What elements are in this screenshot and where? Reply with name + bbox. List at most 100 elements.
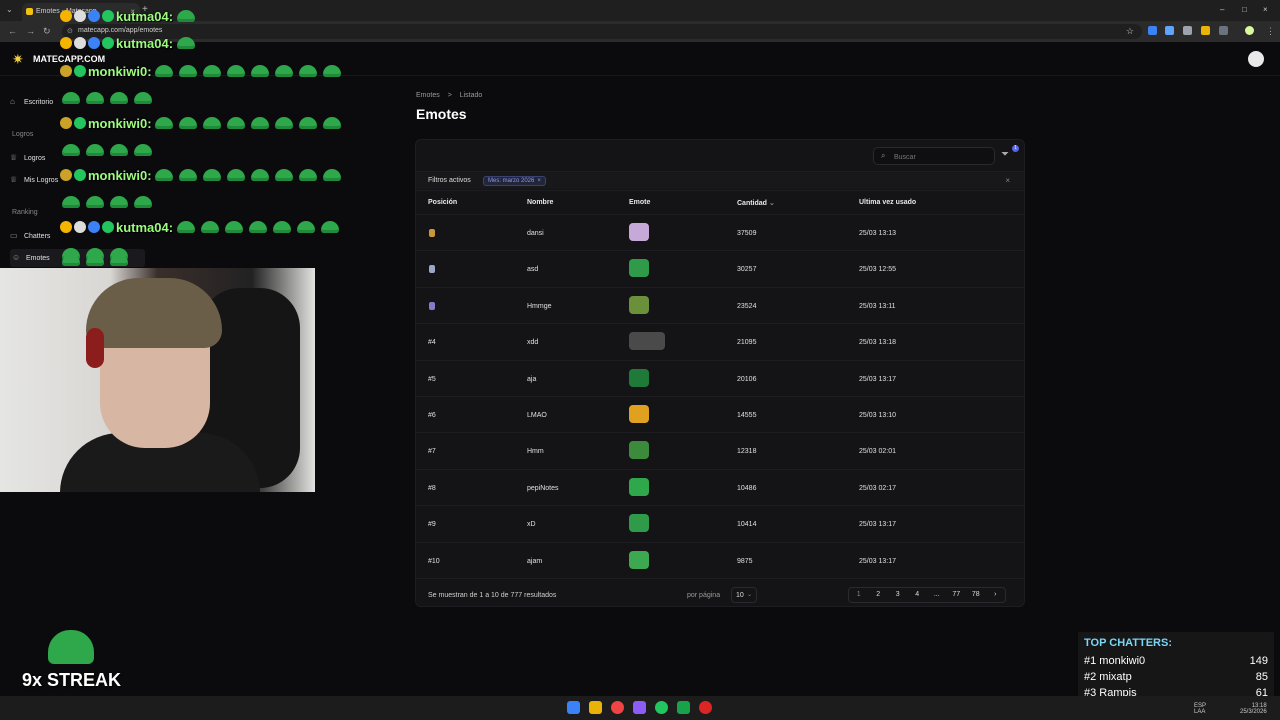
last-used-cell: 25/03 13:11 — [859, 302, 896, 310]
chat-badge-icon — [88, 221, 100, 233]
emote-image-icon — [629, 550, 649, 569]
frog-emote-icon — [48, 630, 94, 664]
table-row[interactable]: dansi 37509 25/03 13:13 — [416, 214, 1024, 250]
file-explorer-icon[interactable] — [589, 701, 602, 714]
minimize-button[interactable]: – — [1220, 5, 1224, 14]
app-icon[interactable] — [699, 701, 712, 714]
column-header-posicion[interactable]: Posición — [428, 199, 457, 206]
tab-search-icon[interactable]: ⌄ — [6, 5, 13, 14]
gold-medal-icon — [429, 229, 435, 237]
table-row[interactable]: #10 ajam 9875 25/03 13:17 — [416, 541, 1024, 578]
frog-emote-icon — [86, 196, 104, 208]
table-row[interactable]: #4 xdd 21095 25/03 13:18 — [416, 323, 1024, 359]
emote-image-icon — [629, 477, 649, 496]
filter-icon[interactable]: ⏷ — [1001, 149, 1009, 160]
position-cell: #8 — [428, 484, 436, 492]
page-button[interactable]: 1 — [849, 588, 869, 602]
filter-chip-remove-icon[interactable]: × — [537, 178, 541, 184]
table-row[interactable]: Hmmge 23524 25/03 13:11 — [416, 286, 1024, 323]
emote-image-icon — [629, 332, 665, 351]
sidebar-item-label: Chatters — [23, 233, 51, 240]
windows-start-icon[interactable] — [567, 701, 580, 714]
browser-menu-icon[interactable]: ⋮ — [1266, 26, 1275, 37]
breadcrumb-emotes[interactable]: Emotes — [416, 92, 440, 99]
page-button[interactable]: 78 — [966, 588, 986, 602]
extension-icon[interactable] — [1183, 26, 1192, 35]
logo-star-icon: ✷ — [12, 51, 24, 67]
table-row[interactable]: #5 aja 20106 25/03 13:17 — [416, 359, 1024, 396]
frog-emote-icon — [227, 169, 246, 181]
last-used-cell: 25/03 13:17 — [859, 521, 896, 529]
chat-message: kutma04: — [60, 36, 201, 56]
smile-icon: ☺ — [12, 253, 21, 262]
frog-emote-icon — [251, 169, 270, 181]
page-button[interactable]: 4 — [908, 588, 928, 602]
extension-icon[interactable] — [1165, 26, 1174, 35]
table-row[interactable]: #7 Hmm 12318 25/03 02:01 — [416, 432, 1024, 468]
extension-icon[interactable] — [1201, 26, 1210, 35]
app-icon[interactable] — [633, 701, 646, 714]
name-cell: asd — [527, 266, 539, 274]
url-field[interactable]: ⊙ matecapp.com/app/emotes ☆ — [62, 24, 1142, 39]
filter-chip[interactable]: Mes: marzo 2026 × — [483, 176, 546, 186]
search-icon: ⌕ — [881, 151, 886, 160]
frog-emote-icon — [176, 221, 195, 233]
forward-arrow-icon[interactable]: → — [26, 26, 35, 36]
table-row[interactable]: asd 30257 25/03 12:55 — [416, 250, 1024, 286]
chat-username: kutma04: — [116, 220, 174, 235]
quantity-cell: 20106 — [737, 375, 757, 383]
chat-badge-icon — [60, 169, 72, 181]
extensions-puzzle-icon[interactable] — [1219, 26, 1228, 35]
language-indicator[interactable]: ESP LAA — [1194, 703, 1206, 715]
page-button[interactable]: 77 — [947, 588, 967, 602]
user-avatar[interactable] — [1248, 51, 1264, 67]
name-cell: dansi — [527, 230, 544, 237]
name-cell: pepiNotes — [527, 484, 559, 492]
name-cell: ajam — [527, 557, 543, 565]
sidebar-item-escritorio[interactable]: ⌂ Escritorio — [10, 97, 53, 115]
per-page-select[interactable]: 10 ⌄ — [731, 587, 757, 603]
profile-avatar[interactable] — [1245, 26, 1254, 35]
clear-filters-icon[interactable]: × — [1005, 176, 1010, 185]
chat-badge-icon — [102, 221, 114, 233]
sidebar-item-chatters[interactable]: ▭ Chatters — [10, 231, 50, 249]
active-filters: Filtros activos Mes: marzo 2026 × × — [416, 171, 1024, 189]
clock[interactable]: 13:18 25/3/2026 — [1240, 703, 1267, 715]
table-row[interactable]: #6 LMAO 14555 25/03 13:10 — [416, 396, 1024, 432]
column-header-cantidad[interactable]: Cantidad ⌄ — [737, 199, 775, 207]
sidebar-item-mis-logros[interactable]: ♕ Mis Logros — [10, 175, 58, 193]
chrome-icon[interactable] — [611, 701, 624, 714]
page-button[interactable]: 3 — [888, 588, 908, 602]
spotify-icon[interactable] — [655, 701, 668, 714]
chat-icon: ▭ — [10, 231, 18, 240]
maximize-button[interactable]: □ — [1242, 5, 1247, 14]
chat-message: monkiwi0: — [60, 168, 347, 188]
chat-badge-icon — [74, 10, 86, 22]
search-input[interactable] — [894, 152, 989, 162]
back-arrow-icon[interactable]: ← — [8, 26, 17, 36]
silver-medal-icon — [429, 265, 435, 274]
search-box[interactable]: ⌕ — [873, 147, 995, 165]
column-header-nombre[interactable]: Nombre — [527, 199, 553, 206]
sidebar-item-logros[interactable]: ♕ Logros — [10, 153, 45, 171]
close-window-button[interactable]: × — [1263, 5, 1268, 14]
last-used-cell: 25/03 13:18 — [859, 339, 896, 347]
column-header-ultima-vez[interactable]: Ultima vez usado — [859, 199, 916, 206]
next-page-button[interactable]: › — [986, 588, 1006, 602]
chat-badge-icon — [74, 65, 86, 77]
top-chatter-row: #2 mixatp 85 — [1084, 671, 1268, 683]
app-icon[interactable] — [677, 701, 690, 714]
last-used-cell: 25/03 13:17 — [859, 557, 896, 565]
name-cell: xD — [527, 521, 536, 529]
name-cell: Hmmge — [527, 302, 552, 310]
frog-emote-icon — [251, 65, 270, 77]
table-row[interactable]: #8 pepiNotes 10486 25/03 02:17 — [416, 468, 1024, 505]
column-header-emote[interactable]: Emote — [629, 199, 650, 206]
chat-badge-icon — [74, 221, 86, 233]
frog-emote-icon — [299, 169, 318, 181]
bookmark-star-icon[interactable]: ☆ — [1126, 26, 1134, 37]
reload-icon[interactable]: ↻ — [43, 26, 51, 37]
extension-icon[interactable] — [1148, 26, 1157, 35]
table-row[interactable]: #9 xD 10414 25/03 13:17 — [416, 505, 1024, 541]
page-button[interactable]: 2 — [869, 588, 889, 602]
